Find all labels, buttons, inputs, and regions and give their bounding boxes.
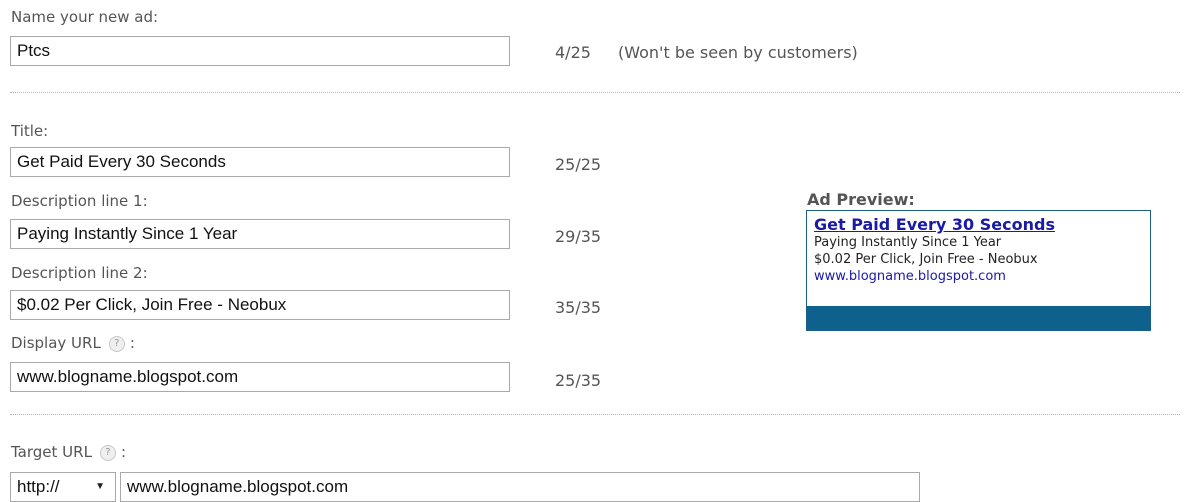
help-icon[interactable]: ? — [99, 444, 116, 461]
target-url-label: Target URL — [11, 443, 92, 461]
ad-preview-url: www.blogname.blogspot.com — [814, 269, 1006, 284]
description1-label: Description line 1: — [11, 192, 148, 210]
description2-input[interactable]: $0.02 Per Click, Join Free - Neobux — [10, 290, 510, 320]
display-url-label: Display URL — [11, 334, 101, 352]
ad-preview-title[interactable]: Get Paid Every 30 Seconds — [814, 215, 1144, 234]
display-url-label-row: Display URL?: — [11, 334, 135, 352]
ad-name-input[interactable]: Ptcs — [10, 36, 510, 66]
section-divider — [10, 414, 1180, 415]
ad-preview-box: Get Paid Every 30 Seconds Paying Instant… — [806, 210, 1151, 331]
target-url-colon: : — [120, 443, 126, 461]
title-counter: 25/25 — [555, 155, 602, 174]
section-divider — [10, 92, 1180, 93]
display-url-counter: 25/35 — [555, 371, 602, 390]
target-url-input[interactable]: www.blogname.blogspot.com — [120, 472, 920, 502]
ad-preview-bar — [807, 306, 1150, 330]
description1-counter: 29/35 — [555, 227, 602, 246]
help-icon[interactable]: ? — [108, 335, 125, 352]
ad-name-note: (Won't be seen by customers) — [618, 43, 858, 62]
description2-counter: 35/35 — [555, 298, 602, 317]
ad-name-label: Name your new ad: — [11, 8, 159, 26]
description2-label: Description line 2: — [11, 264, 148, 282]
ad-preview-line1: Paying Instantly Since 1 Year — [814, 235, 1002, 250]
protocol-value: http:// — [17, 477, 60, 496]
ad-preview-heading: Ad Preview: — [807, 190, 915, 209]
title-input[interactable]: Get Paid Every 30 Seconds — [10, 147, 510, 177]
chevron-down-icon: ▼ — [95, 481, 105, 492]
protocol-select[interactable]: http:// ▼ — [10, 472, 116, 502]
target-url-label-row: Target URL?: — [11, 443, 126, 461]
title-label: Title: — [11, 122, 49, 140]
ad-name-counter: 4/25 — [555, 43, 591, 62]
display-url-input[interactable]: www.blogname.blogspot.com — [10, 362, 510, 392]
description1-input[interactable]: Paying Instantly Since 1 Year — [10, 219, 510, 249]
display-url-colon: : — [129, 334, 135, 352]
ad-preview-line2: $0.02 Per Click, Join Free - Neobux — [814, 252, 1038, 267]
